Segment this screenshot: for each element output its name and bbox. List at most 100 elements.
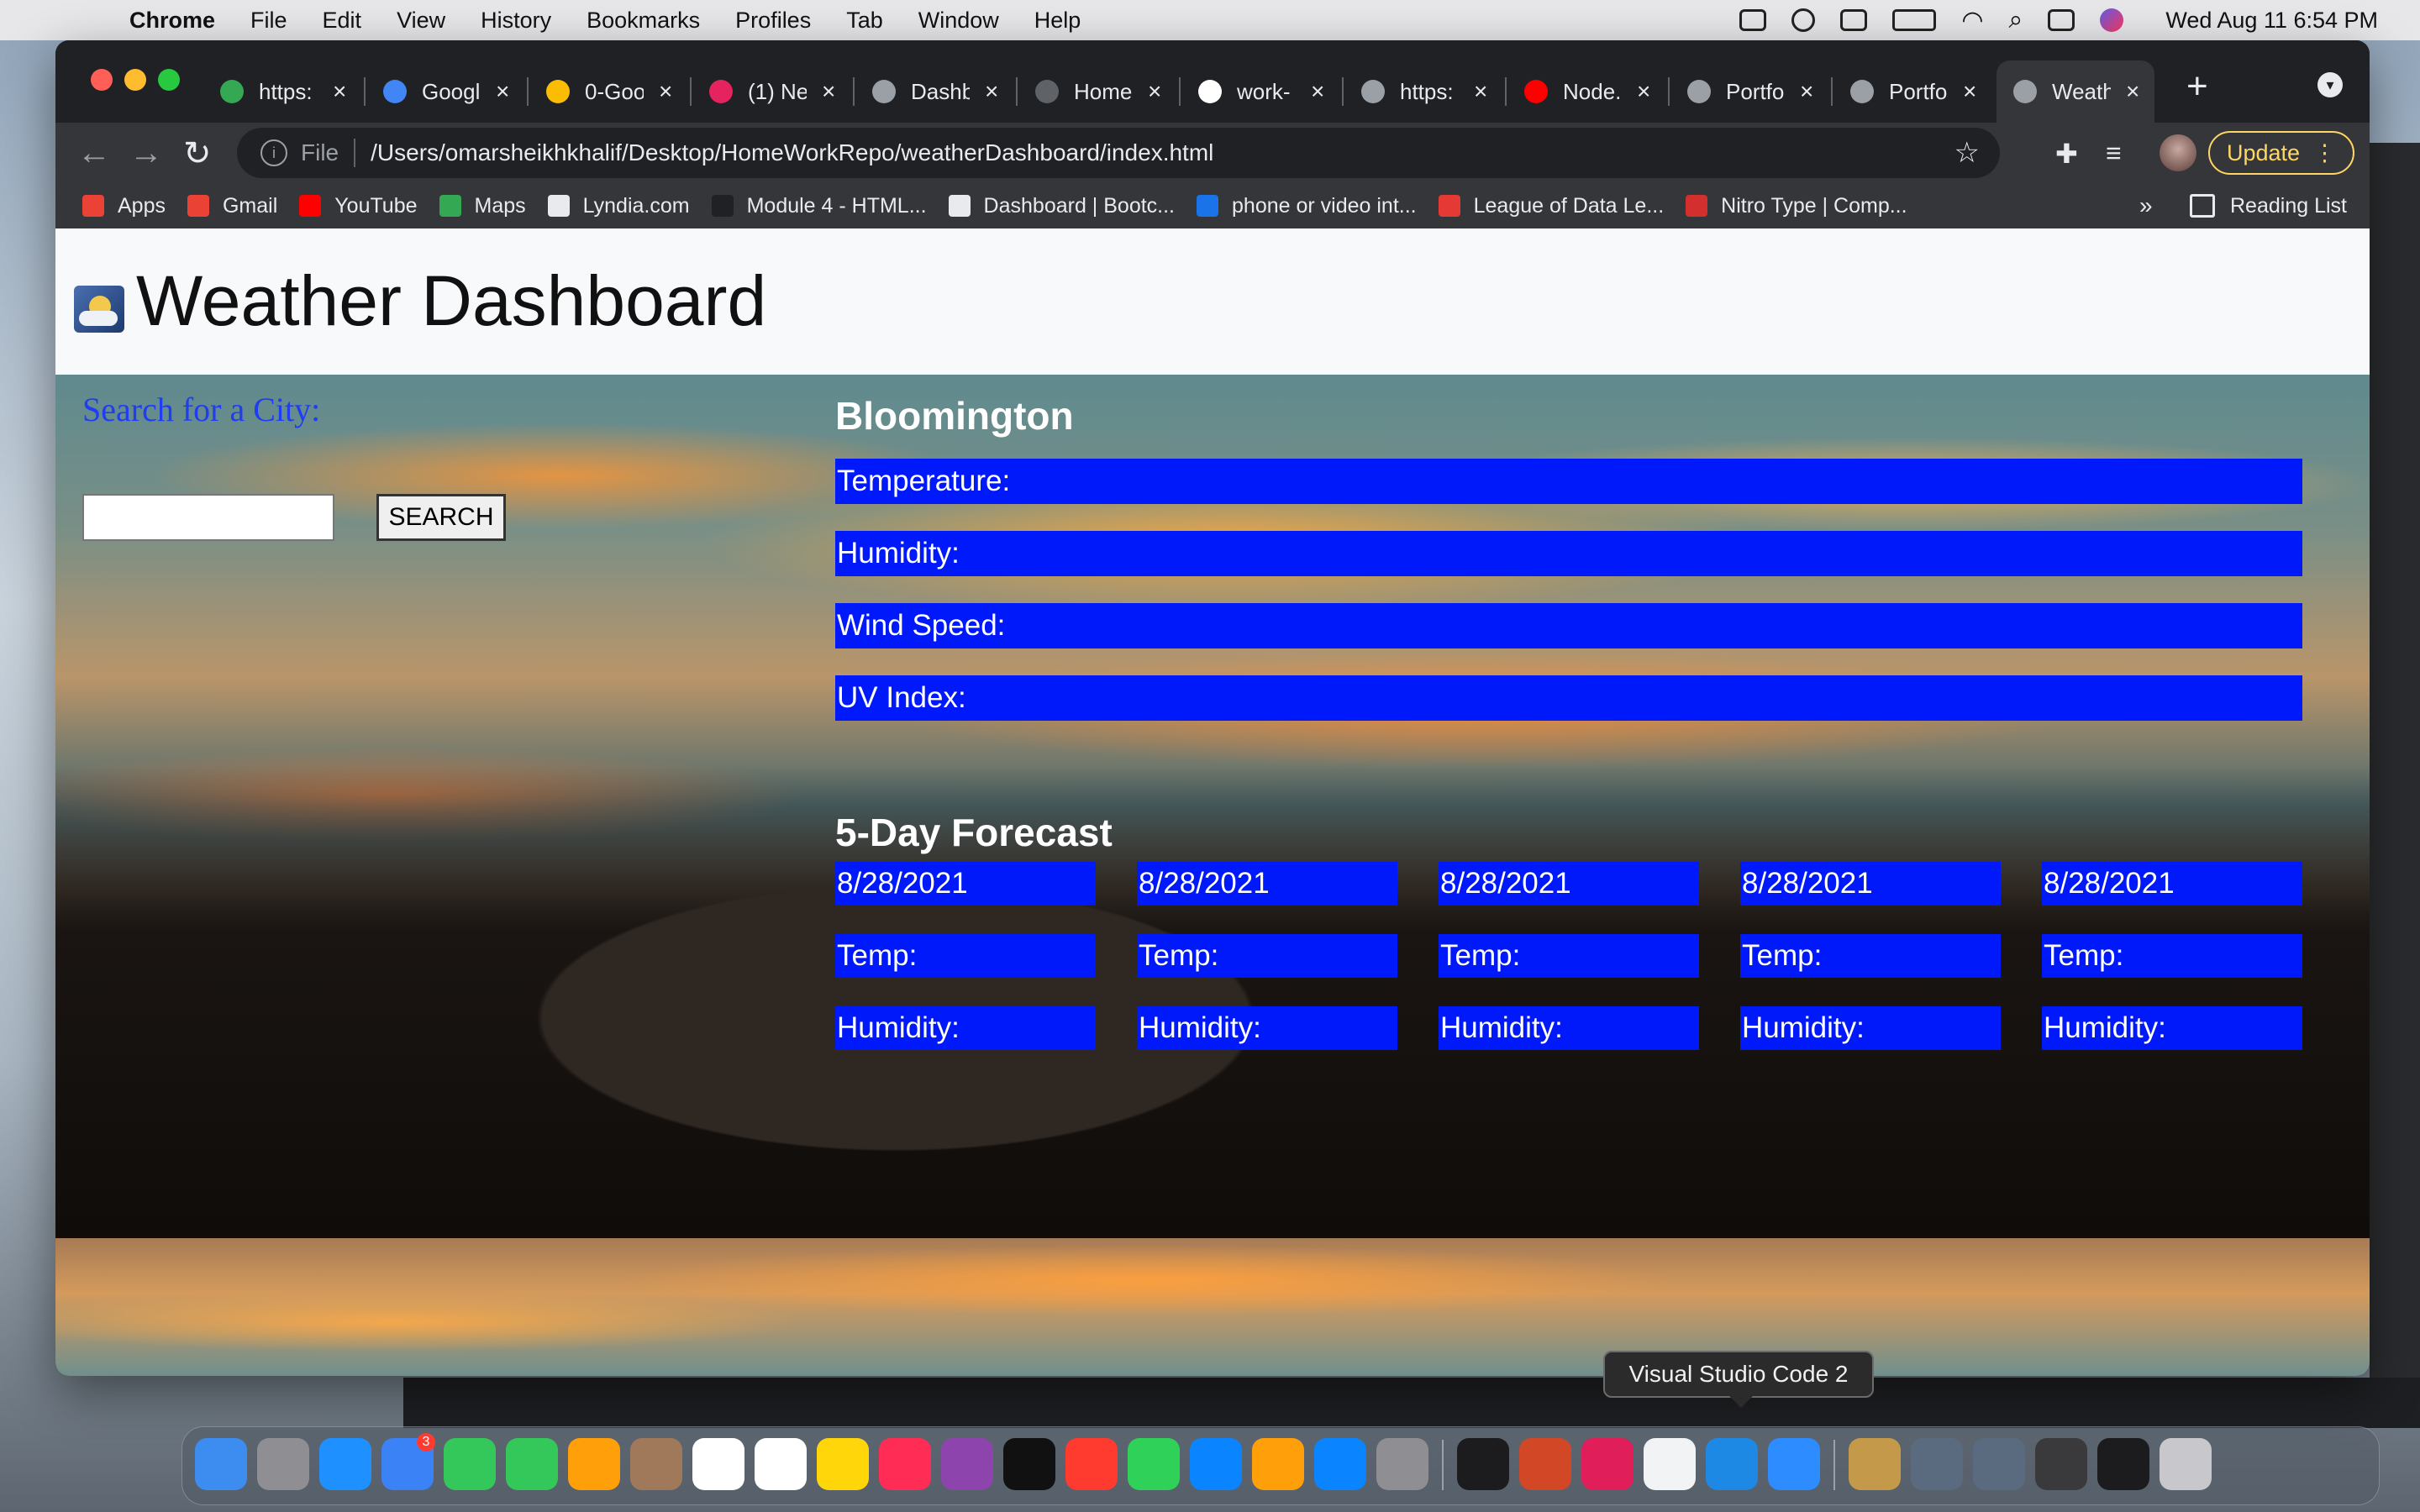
- powerpoint-icon[interactable]: [1519, 1438, 1571, 1490]
- finder-icon[interactable]: [195, 1438, 247, 1490]
- keynote-icon[interactable]: [1190, 1438, 1242, 1490]
- app-store-icon[interactable]: [1314, 1438, 1366, 1490]
- zoom-icon[interactable]: [1768, 1438, 1820, 1490]
- folder-icon[interactable]: [1849, 1438, 1901, 1490]
- browser-tab[interactable]: Dashb ×: [855, 60, 1013, 123]
- minimize-window-button[interactable]: [124, 69, 146, 91]
- menu-help[interactable]: Help: [1034, 8, 1081, 34]
- tab-close-icon[interactable]: ×: [496, 78, 509, 105]
- vscode-icon[interactable]: [1706, 1438, 1758, 1490]
- tab-close-icon[interactable]: ×: [1963, 78, 1976, 105]
- calendar-icon[interactable]: [692, 1438, 744, 1490]
- extensions-icon[interactable]: ✚: [2055, 138, 2078, 170]
- pages-icon[interactable]: [1252, 1438, 1304, 1490]
- launchpad-icon[interactable]: [257, 1438, 309, 1490]
- window-thumb-2[interactable]: [1973, 1438, 2025, 1490]
- window-thumb-4[interactable]: [2097, 1438, 2149, 1490]
- tab-close-icon[interactable]: ×: [1311, 78, 1324, 105]
- bookmark-item[interactable]: Apps: [82, 194, 166, 218]
- tab-close-icon[interactable]: ×: [1148, 78, 1161, 105]
- site-info-icon[interactable]: i: [260, 139, 287, 166]
- menu-file[interactable]: File: [250, 8, 287, 34]
- bookmark-item[interactable]: YouTube: [299, 194, 418, 218]
- wifi-icon[interactable]: ◠: [1961, 6, 1983, 35]
- profile-avatar[interactable]: [2160, 134, 2196, 171]
- back-button[interactable]: ←: [77, 134, 111, 172]
- new-tab-button[interactable]: +: [2186, 66, 2208, 108]
- bookmark-item[interactable]: phone or video int...: [1197, 194, 1417, 218]
- city-search-input[interactable]: [82, 494, 334, 541]
- photos-icon[interactable]: [568, 1438, 620, 1490]
- browser-tab[interactable]: Node. ×: [1507, 60, 1665, 123]
- reading-list-button[interactable]: Reading List: [2190, 183, 2347, 228]
- news-icon[interactable]: [1065, 1438, 1118, 1490]
- url-text[interactable]: /Users/omarsheikhkhalif/Desktop/HomeWork…: [371, 139, 1213, 166]
- search-button[interactable]: SEARCH: [376, 494, 506, 541]
- more-menu-icon[interactable]: ⋮: [2313, 140, 2336, 166]
- browser-tab[interactable]: Googl ×: [366, 60, 524, 123]
- tab-close-icon[interactable]: ×: [1800, 78, 1813, 105]
- window-thumb-3[interactable]: [2035, 1438, 2087, 1490]
- menu-bookmarks[interactable]: Bookmarks: [587, 8, 700, 34]
- browser-tab[interactable]: Portfo ×: [1670, 60, 1828, 123]
- window-thumb-1[interactable]: [1911, 1438, 1963, 1490]
- bookmark-item[interactable]: Module 4 - HTML...: [711, 194, 927, 218]
- bookmark-item[interactable]: League of Data Le...: [1438, 194, 1664, 218]
- spotlight-search-icon[interactable]: ⌕: [2009, 6, 2023, 34]
- reminders-icon[interactable]: [755, 1438, 807, 1490]
- media-controls-icon[interactable]: ≡: [2106, 138, 2122, 169]
- tab-close-icon[interactable]: ×: [2126, 78, 2139, 105]
- siri-icon[interactable]: [2100, 8, 2124, 32]
- slack-icon[interactable]: [1581, 1438, 1634, 1490]
- chrome-icon[interactable]: [1644, 1438, 1696, 1490]
- address-bar[interactable]: i File /Users/omarsheikhkhalif/Desktop/H…: [237, 128, 2000, 178]
- bookmark-item[interactable]: Gmail: [187, 194, 277, 218]
- browser-tab[interactable]: Weath ×: [1996, 60, 2154, 123]
- tab-close-icon[interactable]: ×: [1637, 78, 1650, 105]
- tab-close-icon[interactable]: ×: [985, 78, 998, 105]
- trash-icon[interactable]: [2160, 1438, 2212, 1490]
- close-window-button[interactable]: [91, 69, 113, 91]
- forward-button[interactable]: →: [129, 134, 163, 172]
- system-preferences-icon[interactable]: [1376, 1438, 1428, 1490]
- browser-tab[interactable]: https: ×: [1344, 60, 1502, 123]
- bookmark-item[interactable]: Dashboard | Bootc...: [948, 194, 1175, 218]
- bookmarks-overflow-button[interactable]: »: [2139, 183, 2153, 228]
- app-menu-chrome[interactable]: Chrome: [129, 8, 215, 34]
- browser-tab[interactable]: work- ×: [1181, 60, 1339, 123]
- menu-edit[interactable]: Edit: [323, 8, 362, 34]
- menu-history[interactable]: History: [481, 8, 551, 34]
- notes-icon[interactable]: [817, 1438, 869, 1490]
- bookmark-item[interactable]: Nitro Type | Comp...: [1686, 194, 1907, 218]
- menu-profiles[interactable]: Profiles: [735, 8, 811, 34]
- browser-tab[interactable]: (1) Ne ×: [692, 60, 850, 123]
- music-icon[interactable]: [879, 1438, 931, 1490]
- safari-icon[interactable]: [319, 1438, 371, 1490]
- menu-window[interactable]: Window: [918, 8, 999, 34]
- control-center-icon[interactable]: [2048, 9, 2075, 31]
- terminal-icon[interactable]: [1457, 1438, 1509, 1490]
- tab-search-icon[interactable]: ▾: [2317, 72, 2343, 97]
- browser-tab[interactable]: https: ×: [203, 60, 361, 123]
- tab-close-icon[interactable]: ×: [659, 78, 672, 105]
- maps-icon[interactable]: [506, 1438, 558, 1490]
- screen-status-icon[interactable]: [1840, 9, 1868, 31]
- messages-icon[interactable]: [444, 1438, 496, 1490]
- menu-view[interactable]: View: [397, 8, 445, 34]
- browser-tab[interactable]: Home ×: [1018, 60, 1176, 123]
- maximize-window-button[interactable]: [158, 69, 180, 91]
- battery-icon[interactable]: [1892, 9, 1937, 31]
- contacts-icon[interactable]: [630, 1438, 682, 1490]
- zoom-status-icon[interactable]: [1739, 9, 1767, 31]
- reload-button[interactable]: ↻: [183, 134, 212, 173]
- menu-bar-clock[interactable]: Wed Aug 11 6:54 PM: [2165, 8, 2378, 34]
- tab-close-icon[interactable]: ×: [822, 78, 835, 105]
- numbers-icon[interactable]: [1128, 1438, 1180, 1490]
- browser-tab[interactable]: 0-Goo ×: [529, 60, 687, 123]
- browser-tab[interactable]: Portfo ×: [1833, 60, 1991, 123]
- menu-tab[interactable]: Tab: [846, 8, 883, 34]
- bookmark-star-icon[interactable]: ☆: [1954, 136, 1980, 170]
- bookmark-item[interactable]: Lyndia.com: [547, 194, 690, 218]
- bookmark-item[interactable]: Maps: [439, 194, 526, 218]
- tab-close-icon[interactable]: ×: [1474, 78, 1487, 105]
